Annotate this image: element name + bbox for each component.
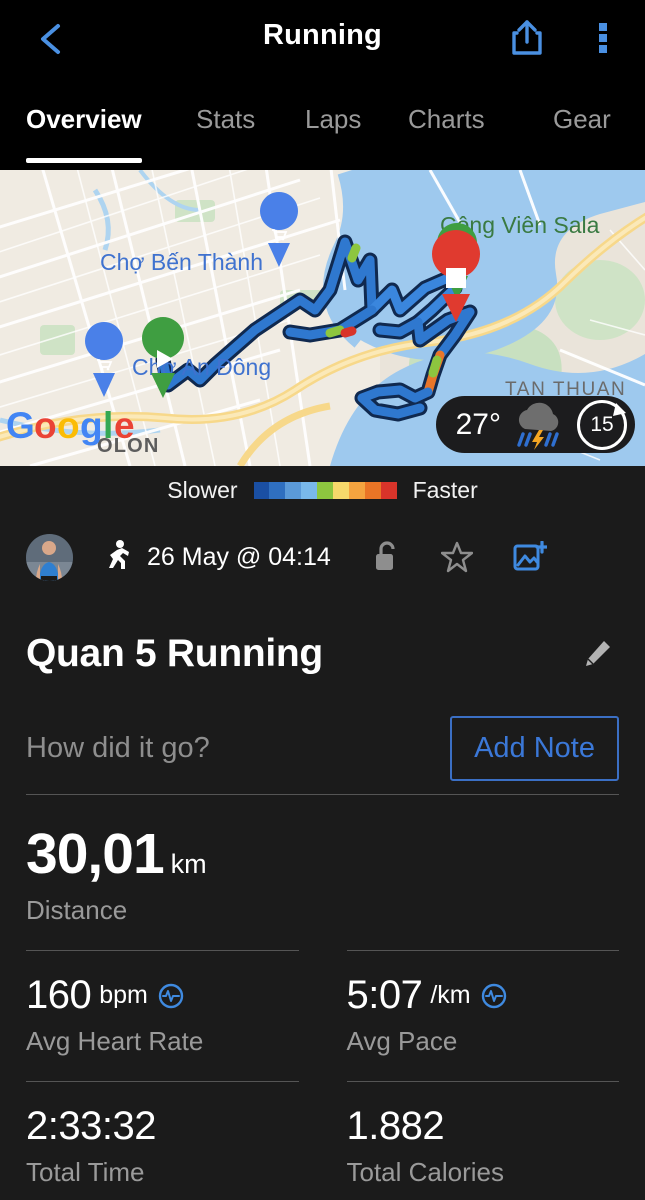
active-tab-indicator bbox=[26, 158, 142, 163]
note-row: How did it go? Add Note bbox=[26, 676, 619, 794]
pace-unit: /km bbox=[430, 981, 471, 1009]
gradient-swatch bbox=[380, 481, 397, 499]
weather-widget[interactable]: 27° 15 bbox=[435, 396, 635, 453]
activity-datetime: 26 May @ 04:14 bbox=[147, 542, 331, 571]
distance-label: Distance bbox=[26, 895, 128, 925]
share-button[interactable] bbox=[503, 14, 551, 62]
privacy-toggle[interactable] bbox=[373, 540, 401, 574]
wind-speed-indicator: 15 bbox=[577, 399, 627, 450]
share-icon bbox=[512, 20, 542, 55]
activity-detail-screen: Running Overview Stats Laps Charts Gear bbox=[0, 0, 645, 1200]
gradient-swatch bbox=[348, 481, 365, 499]
heart-rate-stat: 160 bpm Avg Heart Rate bbox=[26, 950, 323, 1081]
heart-rate-unit: bpm bbox=[99, 981, 148, 1009]
add-photo-button[interactable] bbox=[513, 541, 547, 573]
gradient-swatch bbox=[333, 481, 349, 499]
overflow-menu-icon bbox=[599, 20, 607, 56]
avatar-image bbox=[26, 533, 73, 581]
unlock-icon bbox=[375, 541, 395, 570]
svg-text:G: G bbox=[6, 405, 35, 446]
map-label-ben-thanh: Chợ Bến Thành bbox=[100, 249, 263, 275]
heart-rate-value: 160 bbox=[26, 973, 92, 1017]
gradient-swatch bbox=[253, 481, 270, 499]
add-photo-icon bbox=[513, 541, 547, 571]
tab-gear[interactable]: Gear bbox=[553, 104, 611, 135]
pace-value: 5:07 bbox=[346, 973, 423, 1017]
total-time-label: Total Time bbox=[26, 1157, 145, 1187]
route-map[interactable]: OLON Chợ Bến Thành Chợ An Đông Công Viên… bbox=[0, 170, 645, 466]
stats-grid-row-2: 2:33:32 Total Time 1.882 Total Calories bbox=[26, 1081, 619, 1200]
pace-label: Avg Pace bbox=[346, 1026, 458, 1056]
legend-faster-label: Faster bbox=[412, 476, 478, 503]
pace-stat: 5:07 /km Avg Pace bbox=[323, 950, 619, 1081]
speed-gradient-bar bbox=[253, 481, 397, 499]
tab-bar: Overview Stats Laps Charts Gear bbox=[0, 78, 645, 170]
activity-details: 26 May @ 04:14 Quan 5 Running How did it… bbox=[0, 514, 645, 1200]
favorite-button[interactable] bbox=[440, 541, 473, 573]
legend-slower-label: Slower bbox=[167, 476, 238, 503]
thunderstorm-icon bbox=[517, 402, 559, 450]
svg-text:l: l bbox=[103, 405, 113, 446]
speed-legend: Slower Faster bbox=[0, 466, 645, 514]
note-placeholder[interactable]: How did it go? bbox=[26, 732, 210, 765]
edit-title-button[interactable] bbox=[575, 632, 619, 676]
svg-text:o: o bbox=[57, 405, 80, 446]
distance-unit: km bbox=[170, 849, 207, 879]
total-time-stat: 2:33:32 Total Time bbox=[26, 1081, 323, 1200]
gradient-swatch bbox=[285, 481, 302, 499]
svg-text:o: o bbox=[34, 405, 57, 446]
star-outline-icon bbox=[440, 541, 473, 573]
tab-laps[interactable]: Laps bbox=[305, 104, 361, 135]
total-calories-label: Total Calories bbox=[346, 1157, 505, 1187]
tab-stats[interactable]: Stats bbox=[196, 104, 255, 135]
wind-direction-arrow bbox=[613, 402, 626, 416]
distance-value: 30,01 bbox=[26, 822, 165, 886]
distance-stat: 30,01 km Distance bbox=[26, 795, 619, 950]
total-calories-value: 1.882 bbox=[346, 1104, 445, 1148]
svg-text:g: g bbox=[80, 405, 103, 446]
svg-text:e: e bbox=[114, 405, 135, 446]
google-logo: G o o g l e bbox=[6, 405, 135, 446]
gradient-swatch bbox=[301, 481, 318, 499]
heart-rate-label: Avg Heart Rate bbox=[26, 1026, 204, 1056]
pace-badge-icon bbox=[481, 983, 507, 1009]
running-icon bbox=[101, 539, 131, 576]
total-calories-stat: 1.882 Total Calories bbox=[323, 1081, 619, 1200]
add-note-button[interactable]: Add Note bbox=[450, 715, 619, 781]
gradient-swatch bbox=[269, 481, 286, 499]
activity-meta-row: 26 May @ 04:14 bbox=[26, 514, 619, 600]
tab-overview[interactable]: Overview bbox=[26, 104, 142, 135]
tab-charts[interactable]: Charts bbox=[408, 104, 485, 135]
weather-temperature: 27° bbox=[455, 407, 501, 441]
heart-rate-badge-icon bbox=[158, 983, 184, 1009]
activity-title-row: Quan 5 Running bbox=[26, 600, 619, 676]
gradient-swatch bbox=[317, 481, 334, 499]
stats-grid-row-1: 160 bpm Avg Heart Rate 5:07 /km Avg Pace bbox=[26, 950, 619, 1081]
activity-title: Quan 5 Running bbox=[26, 632, 323, 675]
gradient-swatch bbox=[364, 481, 381, 499]
pencil-icon bbox=[586, 641, 610, 666]
total-time-value: 2:33:32 bbox=[26, 1104, 156, 1148]
user-avatar[interactable] bbox=[26, 533, 73, 581]
overflow-menu-button[interactable] bbox=[579, 14, 627, 62]
navigation-bar: Running bbox=[0, 0, 645, 78]
